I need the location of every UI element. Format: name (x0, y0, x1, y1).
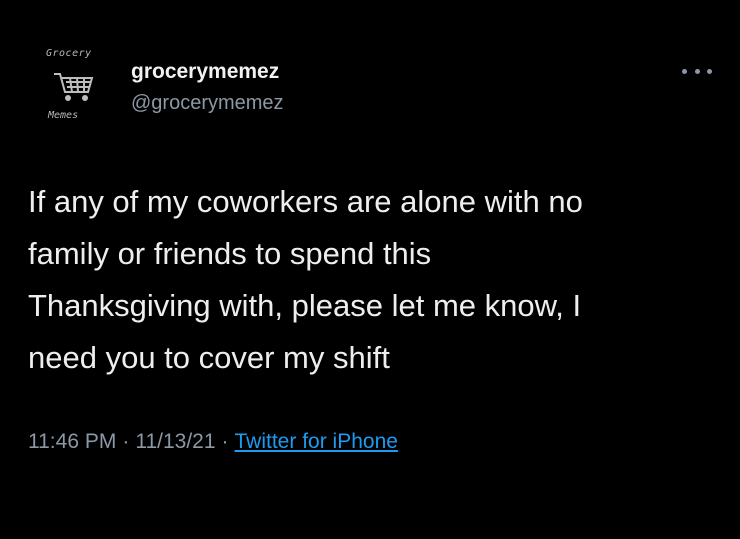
tweet-text: If any of my coworkers are alone with no… (28, 184, 583, 375)
user-handle[interactable]: @grocerymemez (131, 92, 284, 115)
more-options-icon[interactable] (682, 64, 712, 78)
display-name[interactable]: grocerymemez (131, 60, 279, 84)
meta-separator: · (221, 430, 229, 453)
tweet-date[interactable]: 11/13/21 (135, 430, 215, 453)
tweet-source-link[interactable]: Twitter for iPhone (235, 430, 398, 453)
meta-separator: · (122, 430, 130, 453)
avatar-brand-subtext: Memes (48, 110, 79, 121)
avatar[interactable]: Grocery Memes (40, 44, 118, 128)
tweet-card: Grocery Memes grocerymemez @grocerymemez… (0, 0, 740, 539)
shopping-cart-icon (52, 70, 96, 109)
tweet-meta: 11:46 PM · 11/13/21 · Twitter for iPhone (28, 430, 398, 454)
tweet-time[interactable]: 11:46 PM (28, 430, 116, 453)
avatar-brand-text: Grocery (46, 48, 92, 59)
